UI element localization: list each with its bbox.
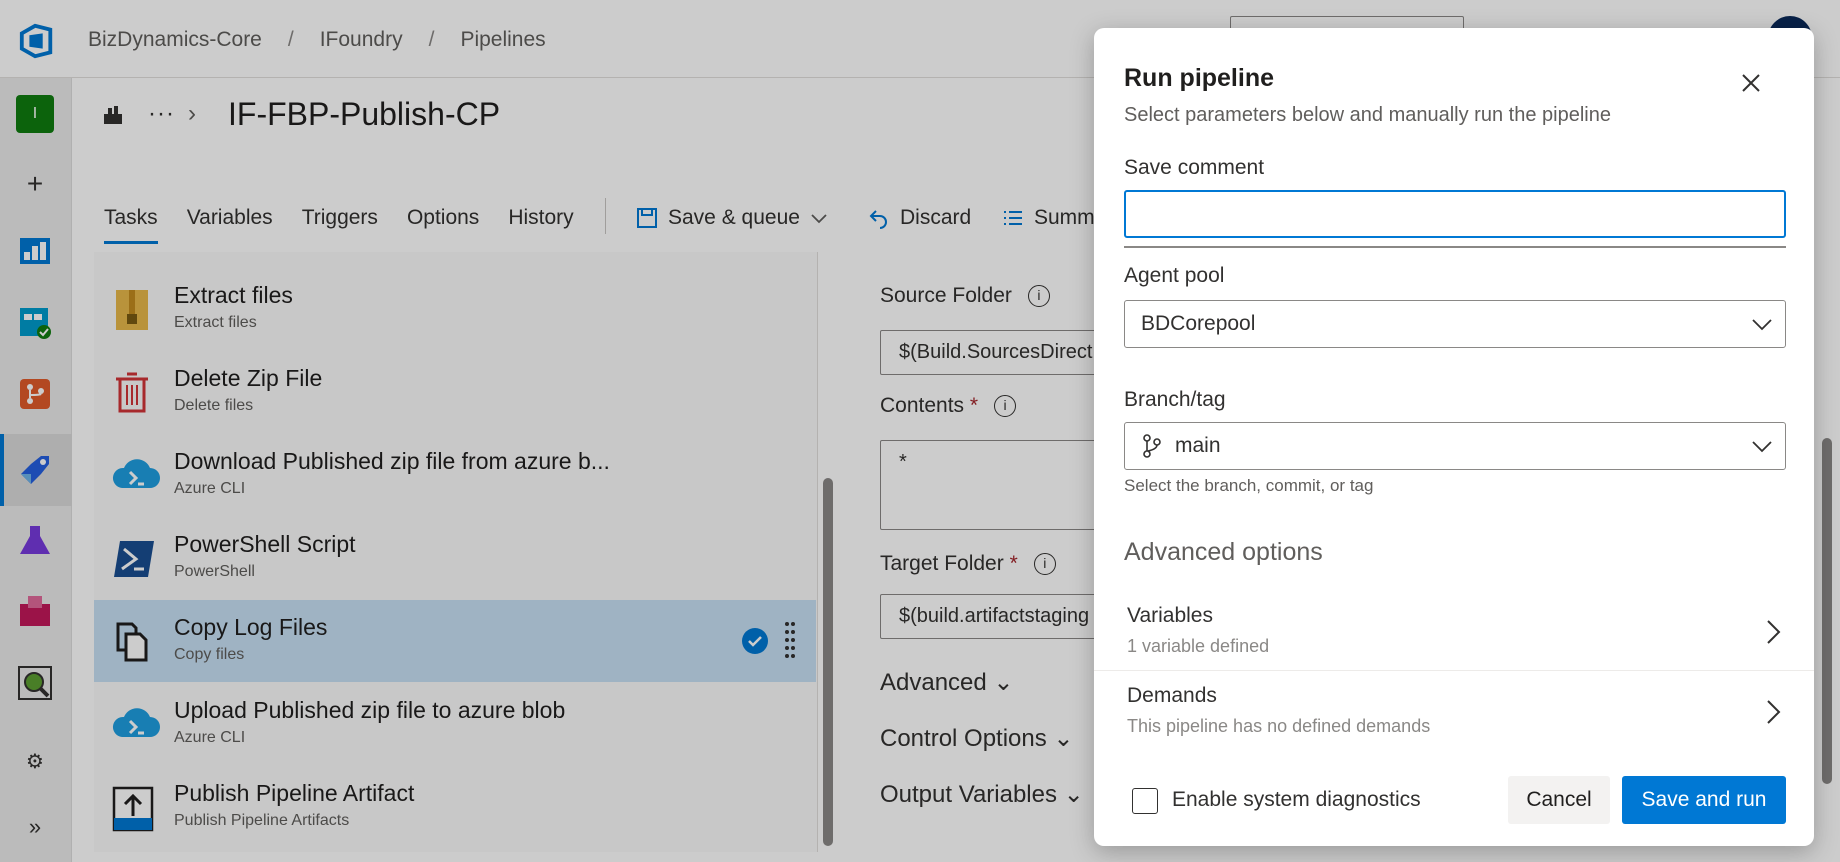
- advanced-options-heading: Advanced options: [1124, 538, 1323, 566]
- chevron-right-icon: [1767, 620, 1781, 644]
- save-comment-input[interactable]: [1124, 190, 1786, 238]
- save-comment-label: Save comment: [1124, 156, 1265, 179]
- demands-title: Demands: [1127, 684, 1217, 707]
- branch-tag-select[interactable]: main: [1124, 422, 1786, 470]
- branch-value: main: [1175, 434, 1221, 457]
- branch-helper-text: Select the branch, commit, or tag: [1124, 476, 1374, 495]
- cancel-button[interactable]: Cancel: [1508, 776, 1610, 824]
- variables-row[interactable]: Variables 1 variable defined: [1094, 592, 1814, 672]
- agent-pool-label: Agent pool: [1124, 264, 1225, 287]
- enable-diagnostics-checkbox[interactable]: [1132, 788, 1158, 814]
- agent-pool-value: BDCorepool: [1141, 312, 1256, 335]
- agent-pool-select[interactable]: BDCorepool: [1124, 300, 1786, 348]
- close-icon[interactable]: [1734, 66, 1768, 100]
- run-pipeline-dialog: Run pipeline Select parameters below and…: [1094, 28, 1814, 846]
- dialog-subtitle: Select parameters below and manually run…: [1124, 104, 1611, 126]
- chevron-right-icon: [1767, 700, 1781, 724]
- input-underline: [1124, 246, 1786, 248]
- save-and-run-button[interactable]: Save and run: [1622, 776, 1786, 824]
- demands-summary: This pipeline has no defined demands: [1127, 716, 1431, 736]
- branch-icon: [1143, 434, 1161, 458]
- branch-tag-label: Branch/tag: [1124, 388, 1226, 411]
- chevron-down-icon: [1752, 441, 1772, 453]
- chevron-down-icon: [1752, 319, 1772, 331]
- demands-row[interactable]: Demands This pipeline has no defined dem…: [1094, 672, 1814, 752]
- variables-title: Variables: [1127, 604, 1213, 627]
- row-divider: [1094, 670, 1814, 671]
- dialog-title: Run pipeline: [1124, 64, 1274, 92]
- variables-summary: 1 variable defined: [1127, 636, 1270, 656]
- enable-diagnostics-label[interactable]: Enable system diagnostics: [1172, 788, 1421, 812]
